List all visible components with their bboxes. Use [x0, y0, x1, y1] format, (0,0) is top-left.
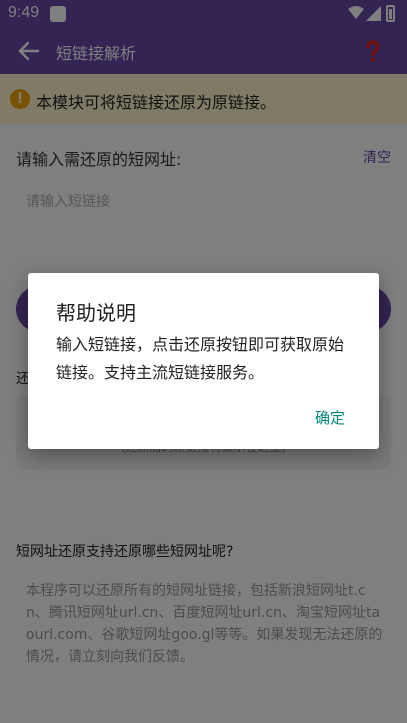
dialog-message: 输入短链接，点击还原按钮即可获取原始链接。支持主流短链接服务。: [56, 335, 345, 382]
confirm-button[interactable]: 确定: [315, 407, 345, 428]
dialog-title: 帮助说明: [56, 301, 136, 325]
help-dialog: 帮助说明 输入短链接，点击还原按钮即可获取原始链接。支持主流短链接服务。 确定: [28, 273, 379, 449]
